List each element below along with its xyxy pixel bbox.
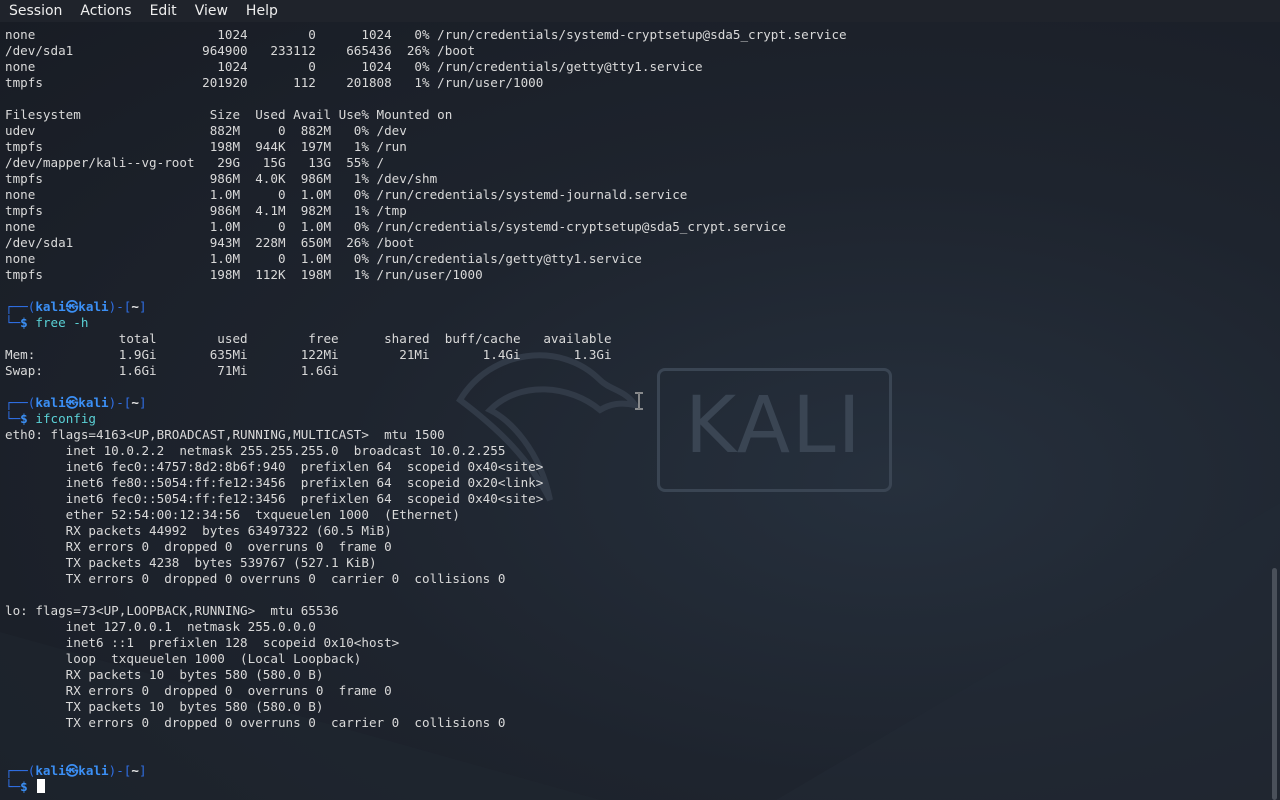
prompt-user: kali [35, 395, 66, 410]
prompt-frame: )-[ [108, 299, 132, 314]
prompt-command-line: └─$ [5, 779, 1265, 795]
prompt-directory: ~ [131, 763, 139, 778]
prompt-at-symbol: ㉿ [65, 763, 79, 778]
prompt-frame: └─ [5, 779, 21, 794]
output-line: RX errors 0 dropped 0 overruns 0 frame 0 [5, 539, 392, 554]
output-line: inet6 ::1 prefixlen 128 scopeid 0x10<hos… [5, 635, 400, 650]
output-line: TX errors 0 dropped 0 overruns 0 carrier… [5, 715, 506, 730]
prompt-command-line: └─$ ifconfig [5, 411, 1265, 427]
prompt-directory: ~ [131, 395, 139, 410]
prompt-frame: )-[ [108, 763, 132, 778]
output-line: RX packets 44992 bytes 63497322 (60.5 Mi… [5, 523, 392, 538]
output-line: lo: flags=73<UP,LOOPBACK,RUNNING> mtu 65… [5, 603, 339, 618]
output-line: tmpfs 201920 112 201808 1% /run/user/100… [5, 75, 544, 90]
output-line: Swap: 1.6Gi 71Mi 1.6Gi [5, 363, 339, 378]
output-line: none 1.0M 0 1.0M 0% /run/credentials/get… [5, 251, 642, 266]
output-line: Mem: 1.9Gi 635Mi 122Mi 21Mi 1.4Gi 1.3Gi [5, 347, 612, 362]
prompt-symbol: $ [20, 315, 28, 330]
prompt-at-symbol: ㉿ [65, 299, 79, 314]
output-line: none 1024 0 1024 0% /run/credentials/get… [5, 59, 703, 74]
prompt-frame: ┌──( [5, 299, 36, 314]
prompt-header: ┌──(kali㉿kali)-[~] [5, 763, 1265, 779]
terminal-output[interactable]: none 1024 0 1024 0% /run/credentials/sys… [5, 27, 1265, 795]
prompt-symbol: $ [20, 411, 28, 426]
output-line: Filesystem Size Used Avail Use% Mounted … [5, 107, 453, 122]
prompt-symbol: $ [20, 779, 28, 794]
menu-actions[interactable]: Actions [71, 0, 140, 22]
output-line: TX errors 0 dropped 0 overruns 0 carrier… [5, 571, 506, 586]
prompt-host: kali [78, 299, 109, 314]
text-cursor-icon [635, 392, 643, 410]
menu-view[interactable]: View [186, 0, 237, 22]
menu-edit[interactable]: Edit [141, 0, 186, 22]
prompt-user: kali [35, 763, 66, 778]
prompt-frame: └─ [5, 411, 21, 426]
prompt-host: kali [78, 395, 109, 410]
prompt-frame: ┌──( [5, 395, 36, 410]
prompt-command-line: └─$ free -h [5, 315, 1265, 331]
output-line: none 1024 0 1024 0% /run/credentials/sys… [5, 27, 847, 42]
output-line: udev 882M 0 882M 0% /dev [5, 123, 407, 138]
output-line: /dev/sda1 964900 233112 665436 26% /boot [5, 43, 476, 58]
output-line: /dev/mapper/kali--vg-root 29G 15G 13G 55… [5, 155, 385, 170]
output-line: TX packets 10 bytes 580 (580.0 B) [5, 699, 324, 714]
prompt-user: kali [35, 299, 66, 314]
output-line: inet 127.0.0.1 netmask 255.0.0.0 [5, 619, 316, 634]
output-line: total used free shared buff/cache availa… [5, 331, 612, 346]
output-line: inet 10.0.2.2 netmask 255.255.255.0 broa… [5, 443, 506, 458]
prompt-frame: ] [138, 299, 147, 314]
output-line: eth0: flags=4163<UP,BROADCAST,RUNNING,MU… [5, 427, 445, 442]
output-line: inet6 fec0::5054:ff:fe12:3456 prefixlen … [5, 491, 544, 506]
output-line: tmpfs 986M 4.1M 982M 1% /tmp [5, 203, 407, 218]
output-line: loop txqueuelen 1000 (Local Loopback) [5, 651, 362, 666]
command-text: ifconfig [35, 411, 97, 426]
prompt-frame: ] [138, 763, 147, 778]
output-line: RX errors 0 dropped 0 overruns 0 frame 0 [5, 683, 392, 698]
menu-session[interactable]: Session [0, 0, 71, 22]
output-line: ether 52:54:00:12:34:56 txqueuelen 1000 … [5, 507, 460, 522]
output-line: none 1.0M 0 1.0M 0% /run/credentials/sys… [5, 187, 688, 202]
output-line: tmpfs 986M 4.0K 986M 1% /dev/shm [5, 171, 438, 186]
prompt-frame: ] [138, 395, 147, 410]
menu-help[interactable]: Help [237, 0, 287, 22]
prompt-frame: )-[ [108, 395, 132, 410]
output-line: RX packets 10 bytes 580 (580.0 B) [5, 667, 324, 682]
output-line: TX packets 4238 bytes 539767 (527.1 KiB) [5, 555, 377, 570]
output-line: tmpfs 198M 944K 197M 1% /run [5, 139, 407, 154]
output-line: /dev/sda1 943M 228M 650M 26% /boot [5, 235, 415, 250]
prompt-frame: ┌──( [5, 763, 36, 778]
terminal-cursor [37, 779, 46, 793]
scrollbar-thumb[interactable] [1272, 568, 1277, 800]
output-line: tmpfs 198M 112K 198M 1% /run/user/1000 [5, 267, 483, 282]
terminal-scrollbar[interactable] [1270, 22, 1280, 800]
prompt-header: ┌──(kali㉿kali)-[~] [5, 299, 1265, 315]
output-line: none 1.0M 0 1.0M 0% /run/credentials/sys… [5, 219, 786, 234]
menubar: Session Actions Edit View Help [0, 0, 1280, 22]
prompt-at-symbol: ㉿ [65, 395, 79, 410]
prompt-directory: ~ [131, 299, 139, 314]
output-line: inet6 fec0::4757:8d2:8b6f:940 prefixlen … [5, 459, 544, 474]
prompt-host: kali [78, 763, 109, 778]
command-text: free -h [35, 315, 89, 330]
output-line: inet6 fe80::5054:ff:fe12:3456 prefixlen … [5, 475, 544, 490]
prompt-frame: └─ [5, 315, 21, 330]
